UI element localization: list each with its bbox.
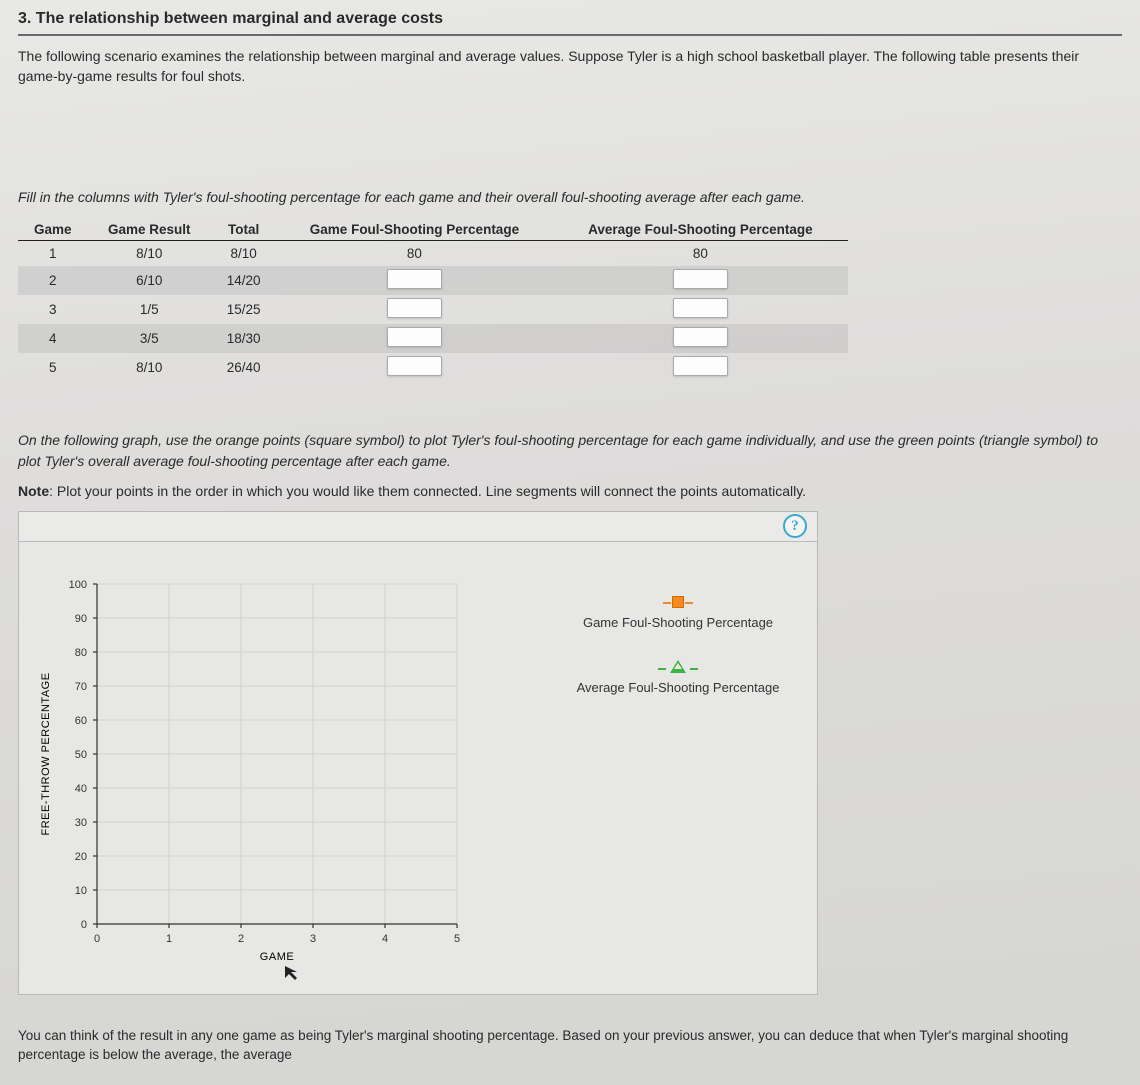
graph-toolbar: ? <box>19 512 817 542</box>
cell-game: 2 <box>18 266 87 295</box>
cell-game-pct: 80 <box>276 240 553 266</box>
xtick: 1 <box>166 933 172 945</box>
note-label: Note <box>18 483 49 499</box>
ytick: 100 <box>69 579 87 591</box>
chart-canvas[interactable]: 100 90 80 70 60 50 40 30 20 10 0 <box>27 554 507 984</box>
ytick: 70 <box>75 681 87 693</box>
chart-legend: Game Foul-Shooting Percentage Average Fo… <box>507 554 809 984</box>
col-game: Game <box>18 219 87 241</box>
xtick: 4 <box>382 933 388 945</box>
legend-item-avg-pct[interactable]: Average Foul-Shooting Percentage <box>547 660 809 695</box>
results-table: Game Game Result Total Game Foul-Shootin… <box>18 219 848 383</box>
ytick: 40 <box>75 783 87 795</box>
table-row: 1 8/10 8/10 80 80 <box>18 240 848 266</box>
input-game-pct[interactable] <box>387 298 442 318</box>
ytick: 50 <box>75 749 87 761</box>
input-game-pct[interactable] <box>387 356 442 376</box>
col-avg-pct: Average Foul-Shooting Percentage <box>553 219 848 241</box>
graph-note: Note: Plot your points in the order in w… <box>18 483 1122 499</box>
cell-result: 8/10 <box>87 240 211 266</box>
intro-paragraph: The following scenario examines the rela… <box>18 46 1122 87</box>
cell-game: 3 <box>18 295 87 324</box>
cell-result: 8/10 <box>87 353 211 382</box>
table-row: 2 6/10 14/20 <box>18 266 848 295</box>
legend-item-game-pct[interactable]: Game Foul-Shooting Percentage <box>547 596 809 630</box>
cell-total: 18/30 <box>211 324 276 353</box>
cell-game: 4 <box>18 324 87 353</box>
cell-total: 15/25 <box>211 295 276 324</box>
input-avg-pct[interactable] <box>673 298 728 318</box>
help-button[interactable]: ? <box>783 514 807 538</box>
cell-total: 8/10 <box>211 240 276 266</box>
table-row: 5 8/10 26/40 <box>18 353 848 382</box>
xtick: 2 <box>238 933 244 945</box>
table-instruction: Fill in the columns with Tyler's foul-sh… <box>18 187 1122 207</box>
cell-total: 14/20 <box>211 266 276 295</box>
col-game-pct: Game Foul-Shooting Percentage <box>276 219 553 241</box>
cell-result: 1/5 <box>87 295 211 324</box>
graph-widget: ? <box>18 511 818 995</box>
input-game-pct[interactable] <box>387 269 442 289</box>
ytick: 90 <box>75 613 87 625</box>
y-axis-label: FREE-THROW PERCENTAGE <box>40 672 52 835</box>
table-row: 3 1/5 15/25 <box>18 295 848 324</box>
question-title: 3. The relationship between marginal and… <box>18 0 1122 36</box>
xtick: 0 <box>94 933 100 945</box>
ytick: 80 <box>75 647 87 659</box>
ytick: 0 <box>81 919 87 931</box>
ytick: 30 <box>75 817 87 829</box>
note-text: : Plot your points in the order in which… <box>49 483 806 499</box>
graph-instruction: On the following graph, use the orange p… <box>18 430 1122 471</box>
input-game-pct[interactable] <box>387 327 442 347</box>
cell-avg-pct: 80 <box>553 240 848 266</box>
xtick: 5 <box>454 933 460 945</box>
legend-label: Average Foul-Shooting Percentage <box>577 680 780 695</box>
triangle-green-icon <box>670 660 686 673</box>
cell-game: 5 <box>18 353 87 382</box>
table-row: 4 3/5 18/30 <box>18 324 848 353</box>
question-page: 3. The relationship between marginal and… <box>0 0 1140 1085</box>
col-total: Total <box>211 219 276 241</box>
cell-game: 1 <box>18 240 87 266</box>
cell-result: 6/10 <box>87 266 211 295</box>
x-axis-label: GAME <box>260 951 294 963</box>
cursor-arrow-icon <box>285 966 297 980</box>
input-avg-pct[interactable] <box>673 356 728 376</box>
input-avg-pct[interactable] <box>673 327 728 347</box>
xtick: 3 <box>310 933 316 945</box>
ytick: 60 <box>75 715 87 727</box>
col-result: Game Result <box>87 219 211 241</box>
ytick: 10 <box>75 885 87 897</box>
footer-paragraph: You can think of the result in any one g… <box>18 1027 1122 1065</box>
input-avg-pct[interactable] <box>673 269 728 289</box>
square-orange-icon <box>672 596 684 608</box>
legend-label: Game Foul-Shooting Percentage <box>583 615 773 630</box>
ytick: 20 <box>75 851 87 863</box>
cell-result: 3/5 <box>87 324 211 353</box>
cell-total: 26/40 <box>211 353 276 382</box>
